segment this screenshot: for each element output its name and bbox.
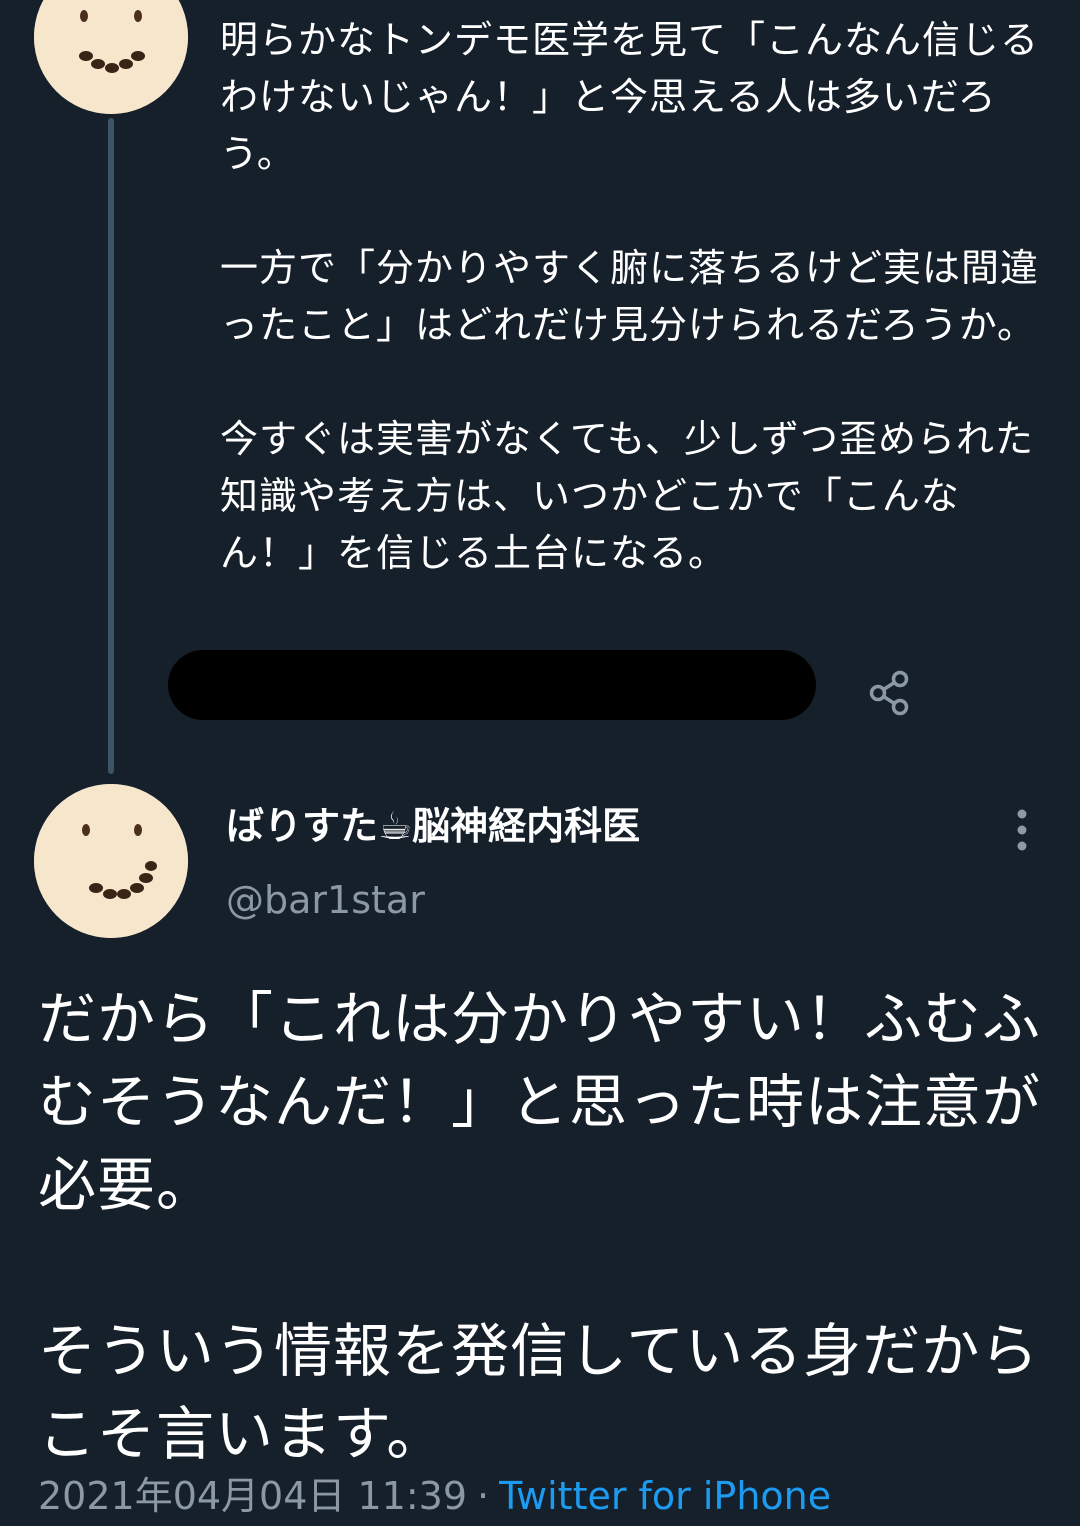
- redacted-area: [168, 650, 816, 720]
- tweet-text: だから「これは分かりやすい！ふむふむそうなんだ！」と思った時は注意が必要。 そう…: [38, 978, 1058, 1476]
- author-display-name[interactable]: ばりすた☕脳神経内科医: [226, 798, 640, 854]
- previous-tweet-paragraph: 明らかなトンデモ医学を見て「こんなん信じるわけないじゃん！」と今思える人は多いだ…: [220, 18, 1040, 176]
- share-icon: [869, 670, 909, 716]
- more-vertical-icon: [1017, 809, 1027, 851]
- smiley-avatar-icon: [34, 784, 188, 938]
- previous-tweet-paragraph: 一方で「分かりやすく腑に落ちるけど実は間違ったこと」はどれだけ見分けられるだろう…: [220, 246, 1040, 347]
- tweet-metadata: 2021年04月04日 11:39 · Twitter for iPhone: [38, 1466, 831, 1526]
- meta-separator: ·: [477, 1474, 490, 1518]
- tweet-source-link[interactable]: Twitter for iPhone: [499, 1474, 831, 1518]
- smiley-avatar-icon: [34, 0, 188, 114]
- tweet-paragraph: だから「これは分かりやすい！ふむふむそうなんだ！」と思った時は注意が必要。: [38, 985, 1042, 1219]
- previous-tweet-paragraph: 今すぐは実害がなくても、少しずつ歪められた知識や考え方は、いつかどこかで「こんな…: [220, 417, 1035, 575]
- thread-connector-line: [108, 118, 114, 774]
- share-button[interactable]: [862, 665, 918, 721]
- author-handle[interactable]: @bar1star: [226, 872, 425, 928]
- tweet-paragraph: そういう情報を発信している身だからこそ言います。: [38, 1317, 1040, 1468]
- avatar-previous[interactable]: [34, 0, 188, 114]
- more-options-button[interactable]: [996, 800, 1048, 860]
- previous-tweet-text: 明らかなトンデモ医学を見て「こんなん信じるわけないじゃん！」と今思える人は多いだ…: [220, 12, 1050, 582]
- tweet-timestamp[interactable]: 2021年04月04日 11:39: [38, 1474, 467, 1518]
- avatar-author[interactable]: [34, 784, 188, 938]
